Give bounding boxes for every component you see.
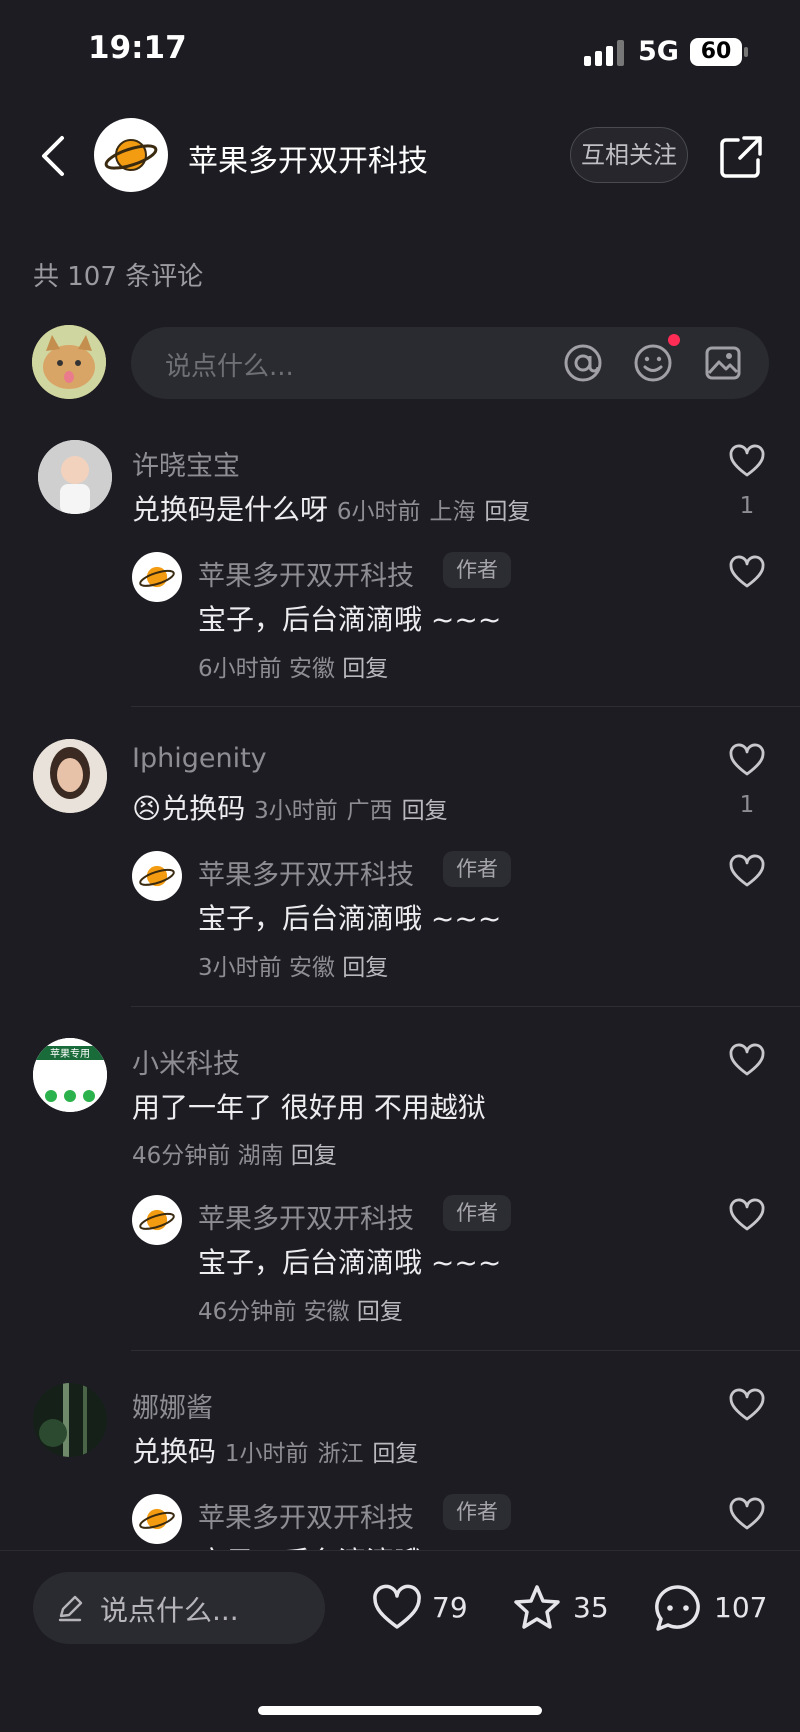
author-badge: 作者: [443, 851, 511, 887]
comment-location: 广西: [346, 798, 393, 824]
comment-username[interactable]: Iphigenity: [132, 743, 267, 774]
comment-username[interactable]: 小米科技: [132, 1042, 240, 1081]
emoji-icon[interactable]: [632, 342, 674, 384]
reply-text[interactable]: 宝子，后台滴滴哦 ~~~: [198, 897, 501, 937]
comment-username[interactable]: 许晓宝宝: [132, 444, 240, 483]
reply-meta: 3小时前 安徽 回复: [198, 955, 389, 981]
comment-text[interactable]: 用了一年了 很好用 不用越狱: [132, 1086, 486, 1126]
comment-text[interactable]: 😣兑换码 3小时前 广西 回复: [132, 787, 448, 827]
reply-username[interactable]: 苹果多开双开科技: [198, 1197, 414, 1236]
pencil-icon: [58, 1595, 83, 1622]
avatar-text: 苹果专用: [50, 1047, 90, 1060]
divider: [131, 1006, 800, 1007]
account-avatar[interactable]: [94, 118, 168, 192]
heart-icon[interactable]: [728, 743, 766, 777]
author-badge: 作者: [443, 1195, 511, 1231]
like-count: 1: [739, 493, 755, 519]
signal-icon: [584, 40, 626, 66]
comment-text[interactable]: 兑换码是什么呀 6小时前 上海 回复: [132, 488, 530, 528]
reply-link[interactable]: 回复: [357, 1299, 403, 1325]
reply-meta: 6小时前 安徽 回复: [198, 656, 389, 682]
comment-meta: 46分钟前 湖南 回复: [132, 1143, 337, 1169]
reply-meta: 46分钟前 安徽 回复: [198, 1299, 403, 1325]
reply-username[interactable]: 苹果多开双开科技: [198, 554, 414, 593]
follow-button[interactable]: 互相关注: [570, 127, 688, 183]
author-avatar[interactable]: [132, 1494, 182, 1544]
reply-link[interactable]: 回复: [402, 798, 448, 824]
like-heart-icon[interactable]: [371, 1582, 423, 1634]
heart-icon[interactable]: [728, 1388, 766, 1422]
reply-link[interactable]: 回复: [342, 656, 388, 682]
reply-username[interactable]: 苹果多开双开科技: [198, 853, 414, 892]
comment-bubble-icon[interactable]: [652, 1582, 704, 1634]
comment-total: 107: [714, 1591, 768, 1624]
divider: [131, 706, 800, 707]
commenter-avatar[interactable]: [33, 1383, 107, 1457]
planet-logo-icon: [139, 1508, 175, 1530]
heart-icon[interactable]: [728, 1043, 766, 1077]
author-badge: 作者: [443, 552, 511, 588]
back-arrow-icon[interactable]: [34, 132, 74, 180]
author-avatar[interactable]: [132, 552, 182, 602]
battery-indicator: 60: [690, 38, 748, 66]
reply-username[interactable]: 苹果多开双开科技: [198, 1496, 414, 1535]
comment-text[interactable]: 兑换码 1小时前 浙江 回复: [132, 1430, 418, 1470]
notification-dot: [668, 334, 680, 346]
heart-icon[interactable]: [728, 555, 766, 589]
author-badge: 作者: [443, 1494, 511, 1530]
portrait-avatar-icon: [33, 739, 107, 813]
comment-time: 1小时前: [224, 1441, 309, 1467]
like-total: 79: [432, 1591, 468, 1624]
page-title[interactable]: 苹果多开双开科技: [188, 136, 428, 180]
reply-link[interactable]: 回复: [372, 1441, 418, 1467]
planet-logo-icon: [104, 139, 158, 171]
comment-count: 共 107 条评论: [33, 262, 204, 292]
reply-text[interactable]: 宝子，后台滴滴哦 ~~~: [198, 598, 501, 638]
reply-link[interactable]: 回复: [484, 499, 530, 525]
reply-link[interactable]: 回复: [342, 955, 388, 981]
comment-input-placeholder[interactable]: 说点什么...: [165, 346, 294, 383]
heart-icon[interactable]: [728, 1198, 766, 1232]
bottom-input-placeholder[interactable]: 说点什么...: [100, 1589, 239, 1629]
planet-logo-icon: [139, 865, 175, 887]
planet-logo-icon: [139, 1209, 175, 1231]
app-promo-avatar-icon: 苹果专用: [33, 1038, 107, 1112]
commenter-avatar[interactable]: 苹果专用: [33, 1038, 107, 1112]
comment-location: 浙江: [317, 1441, 364, 1467]
sticker-emoji: 😣: [132, 792, 162, 825]
comment-username[interactable]: 娜娜酱: [132, 1386, 213, 1425]
heart-icon[interactable]: [728, 854, 766, 888]
mention-icon[interactable]: [562, 342, 604, 384]
home-indicator[interactable]: [258, 1706, 542, 1715]
like-count: 1: [739, 792, 755, 818]
comment-time: 6小时前: [336, 499, 421, 525]
share-icon[interactable]: [718, 134, 764, 180]
heart-icon[interactable]: [728, 444, 766, 478]
planet-logo-icon: [139, 566, 175, 588]
network-type: 5G: [638, 36, 679, 67]
forest-avatar-icon: [33, 1383, 107, 1457]
commenter-avatar[interactable]: [33, 739, 107, 813]
author-avatar[interactable]: [132, 851, 182, 901]
cat-avatar-icon: [32, 325, 106, 399]
favorite-star-icon[interactable]: [511, 1582, 563, 1634]
my-avatar[interactable]: [32, 325, 106, 399]
status-time: 19:17: [88, 30, 187, 66]
heart-icon[interactable]: [728, 1497, 766, 1531]
favorite-total: 35: [573, 1591, 609, 1624]
divider: [131, 1350, 800, 1351]
author-avatar[interactable]: [132, 1195, 182, 1245]
reply-text[interactable]: 宝子，后台滴滴哦 ~~~: [198, 1241, 501, 1281]
comment-time: 3小时前: [254, 798, 338, 824]
comment-location: 上海: [429, 499, 476, 525]
commenter-avatar[interactable]: [38, 440, 112, 514]
reply-link[interactable]: 回复: [291, 1143, 337, 1169]
baby-avatar-icon: [38, 440, 112, 514]
image-icon[interactable]: [702, 342, 744, 384]
